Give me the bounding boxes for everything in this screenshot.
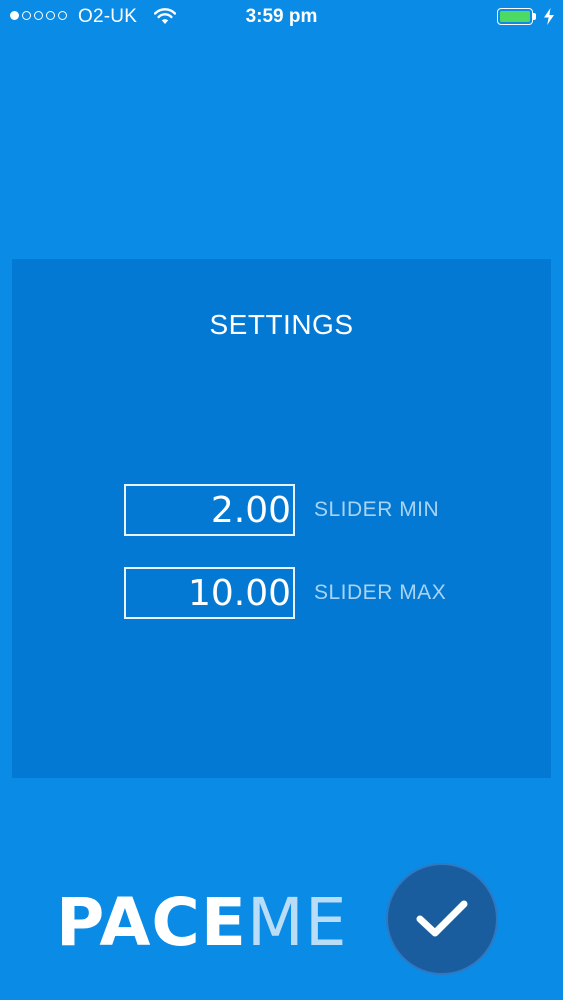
- paceme-logo: PACEME: [56, 890, 348, 956]
- battery-terminal: [533, 13, 536, 20]
- slider-max-row: SLIDER MAX: [124, 567, 446, 619]
- confirm-button[interactable]: [386, 863, 498, 975]
- slider-min-row: SLIDER MIN: [124, 484, 439, 536]
- battery-level-fill: [500, 11, 530, 22]
- slider-max-label: SLIDER MAX: [314, 581, 447, 604]
- status-bar: O2-UK 3:59 pm: [0, 0, 563, 36]
- page-title: SETTINGS: [209, 309, 354, 340]
- logo-text-pace: PACE: [56, 884, 247, 961]
- slider-max-input[interactable]: [124, 567, 295, 619]
- slider-min-input[interactable]: [124, 484, 295, 536]
- slider-min-label: SLIDER MIN: [314, 498, 440, 521]
- checkmark-icon: [416, 900, 468, 937]
- logo-text-me: ME: [246, 884, 348, 961]
- status-time: 3:59 pm: [245, 6, 318, 27]
- settings-panel: SETTINGS SLIDER MIN SLIDER MAX: [12, 259, 551, 778]
- charging-bolt-icon: [544, 8, 554, 25]
- battery-icon: [497, 8, 533, 25]
